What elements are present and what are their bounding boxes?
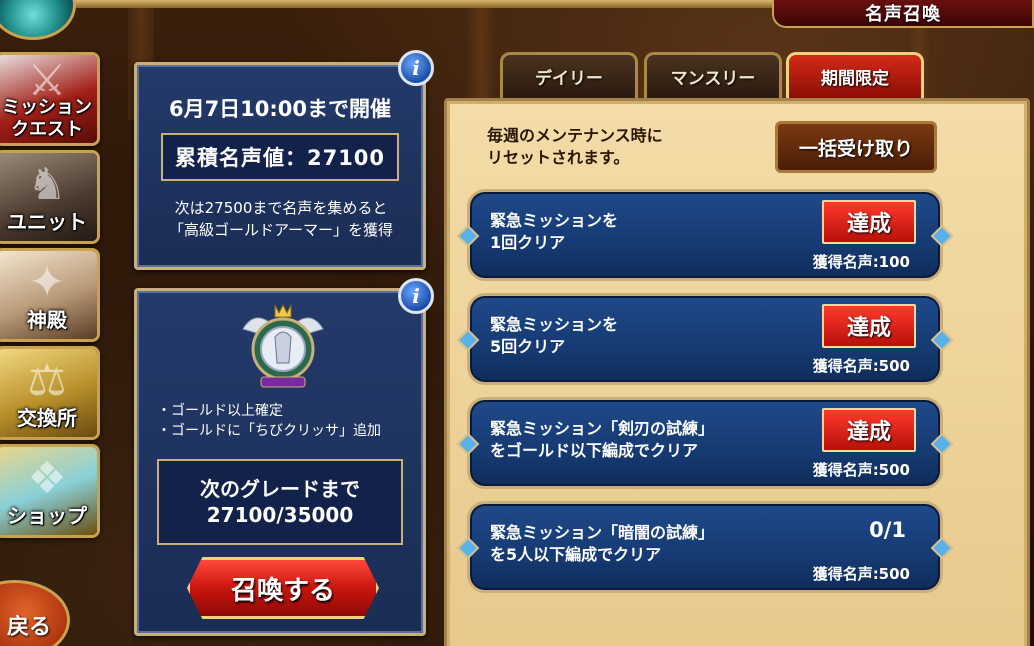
gem-icon: [930, 432, 954, 456]
mission-progress: 0/1: [869, 518, 906, 542]
back-button-label: 戻る: [7, 615, 52, 640]
mission-line: を5人以下編成でクリア: [490, 545, 662, 564]
tab-limited-time[interactable]: 期間限定: [786, 52, 924, 98]
guarantee-item: ・ゴールド以上確定: [157, 403, 283, 419]
summon-guarantees: ・ゴールド以上確定 ・ゴールドに「ちびクリッサ」追加: [157, 401, 381, 441]
mission-reward: 獲得名声:500: [812, 357, 910, 375]
next-grade-box: 次のグレードまで 27100/35000: [157, 459, 403, 545]
tab-daily[interactable]: デイリー: [500, 52, 638, 98]
tab-monthly[interactable]: マンスリー: [644, 52, 782, 98]
guarantee-item: ・ゴールドに「ちびクリッサ」追加: [157, 423, 381, 439]
event-end-date: 6月7日10:00まで開催: [168, 97, 392, 121]
next-reward-text: 次は27500まで名声を集めると 「高級ゴールドアーマー」を獲得: [143, 197, 419, 241]
mission-line: 緊急ミッションを: [490, 211, 619, 230]
nav-item-mission-quest[interactable]: ⚔ ミッション クエスト: [0, 52, 100, 146]
nav-item-label: ユニット: [7, 210, 87, 234]
mission-description: 緊急ミッション「暗闇の試練」 を5人以下編成でクリア: [490, 522, 714, 566]
summon-panel: ・ゴールド以上確定 ・ゴールドに「ちびクリッサ」追加 次のグレードまで 2710…: [134, 288, 426, 636]
next-grade-progress: 27100/35000: [206, 503, 354, 527]
mission-description: 緊急ミッション「剣刃の試練」 をゴールド以下編成でクリア: [490, 418, 714, 462]
gem-icon: [930, 224, 954, 248]
nav-item-temple[interactable]: ✦ 神殿: [0, 248, 100, 342]
mission-description: 緊急ミッションを 5回クリア: [490, 314, 618, 358]
event-info-panel: 6月7日10:00まで開催 累積名声値：27100 次は27500まで名声を集め…: [134, 62, 426, 270]
balance-scale-icon: ⚖: [27, 355, 67, 406]
mission-reward: 獲得名声:100: [812, 253, 910, 271]
mission-line: 1回クリア: [490, 233, 566, 252]
reset-notice-line: 毎週のメンテナンス時に: [487, 126, 663, 145]
mission-row: 緊急ミッションを 1回クリア 達成 獲得名声:100: [456, 189, 954, 281]
event-info-button[interactable]: i: [398, 50, 434, 86]
reset-notice-line: リセットされます。: [487, 148, 630, 167]
gem-icon: [456, 328, 480, 352]
nav-item-shop[interactable]: ❖ ショップ: [0, 444, 100, 538]
next-reward-line: 「高級ゴールドアーマー」を獲得: [168, 221, 394, 239]
nav-item-label: クエスト: [11, 119, 83, 140]
page-title: 名声召喚: [772, 0, 1034, 28]
mission-row: 緊急ミッション「暗闇の試練」 を5人以下編成でクリア 0/1 獲得名声:500: [456, 501, 954, 593]
mission-row: 緊急ミッションを 5回クリア 達成 獲得名声:500: [456, 293, 954, 385]
next-reward-line: 次は27500まで名声を集めると: [174, 199, 388, 217]
gem-icon: [456, 432, 480, 456]
mission-reward: 獲得名声:500: [812, 461, 910, 479]
gem-icon: [456, 224, 480, 248]
cumulative-fame: 累積名声値：27100: [161, 133, 399, 181]
gem-icon: [930, 328, 954, 352]
mission-line: 緊急ミッション「暗闇の試練」: [490, 523, 715, 542]
mission-line: 緊急ミッションを: [490, 315, 619, 334]
nav-item-label: 神殿: [27, 308, 67, 332]
mission-line: 緊急ミッション「剣刃の試練」: [490, 419, 715, 438]
mission-list-panel: 毎週のメンテナンス時に リセットされます。 一括受け取り 緊急ミッションを 1回…: [444, 98, 1030, 646]
angel-icon: ✦: [28, 257, 66, 308]
achieve-button[interactable]: 達成: [822, 200, 916, 244]
mission-line: 5回クリア: [490, 337, 566, 356]
top-frame-strip: [60, 0, 780, 8]
summon-info-button[interactable]: i: [398, 278, 434, 314]
reset-notice: 毎週のメンテナンス時に リセットされます。: [487, 125, 663, 169]
mission-row: 緊急ミッション「剣刃の試練」 をゴールド以下編成でクリア 達成 獲得名声:500: [456, 397, 954, 489]
claim-all-button[interactable]: 一括受け取り: [775, 121, 937, 173]
achieve-button[interactable]: 達成: [822, 304, 916, 348]
nav-item-label: ショップ: [7, 504, 87, 528]
nav-item-unit[interactable]: ♞ ユニット: [0, 150, 100, 244]
achieve-button[interactable]: 達成: [822, 408, 916, 452]
gem-icon: [456, 536, 480, 560]
nav-item-exchange[interactable]: ⚖ 交換所: [0, 346, 100, 440]
gem-icon: ❖: [27, 453, 67, 504]
summon-emblem-icon: [242, 303, 324, 388]
mission-reward: 獲得名声:500: [812, 565, 910, 583]
summon-button[interactable]: 召喚する: [187, 557, 379, 619]
helmet-icon: ♞: [27, 159, 67, 210]
mission-line: をゴールド以下編成でクリア: [490, 441, 699, 460]
mission-description: 緊急ミッションを 1回クリア: [490, 210, 618, 254]
gem-icon: [930, 536, 954, 560]
nav-item-label: ミッション: [2, 97, 92, 118]
next-grade-label: 次のグレードまで: [200, 477, 360, 501]
nav-item-label: 交換所: [17, 406, 77, 430]
